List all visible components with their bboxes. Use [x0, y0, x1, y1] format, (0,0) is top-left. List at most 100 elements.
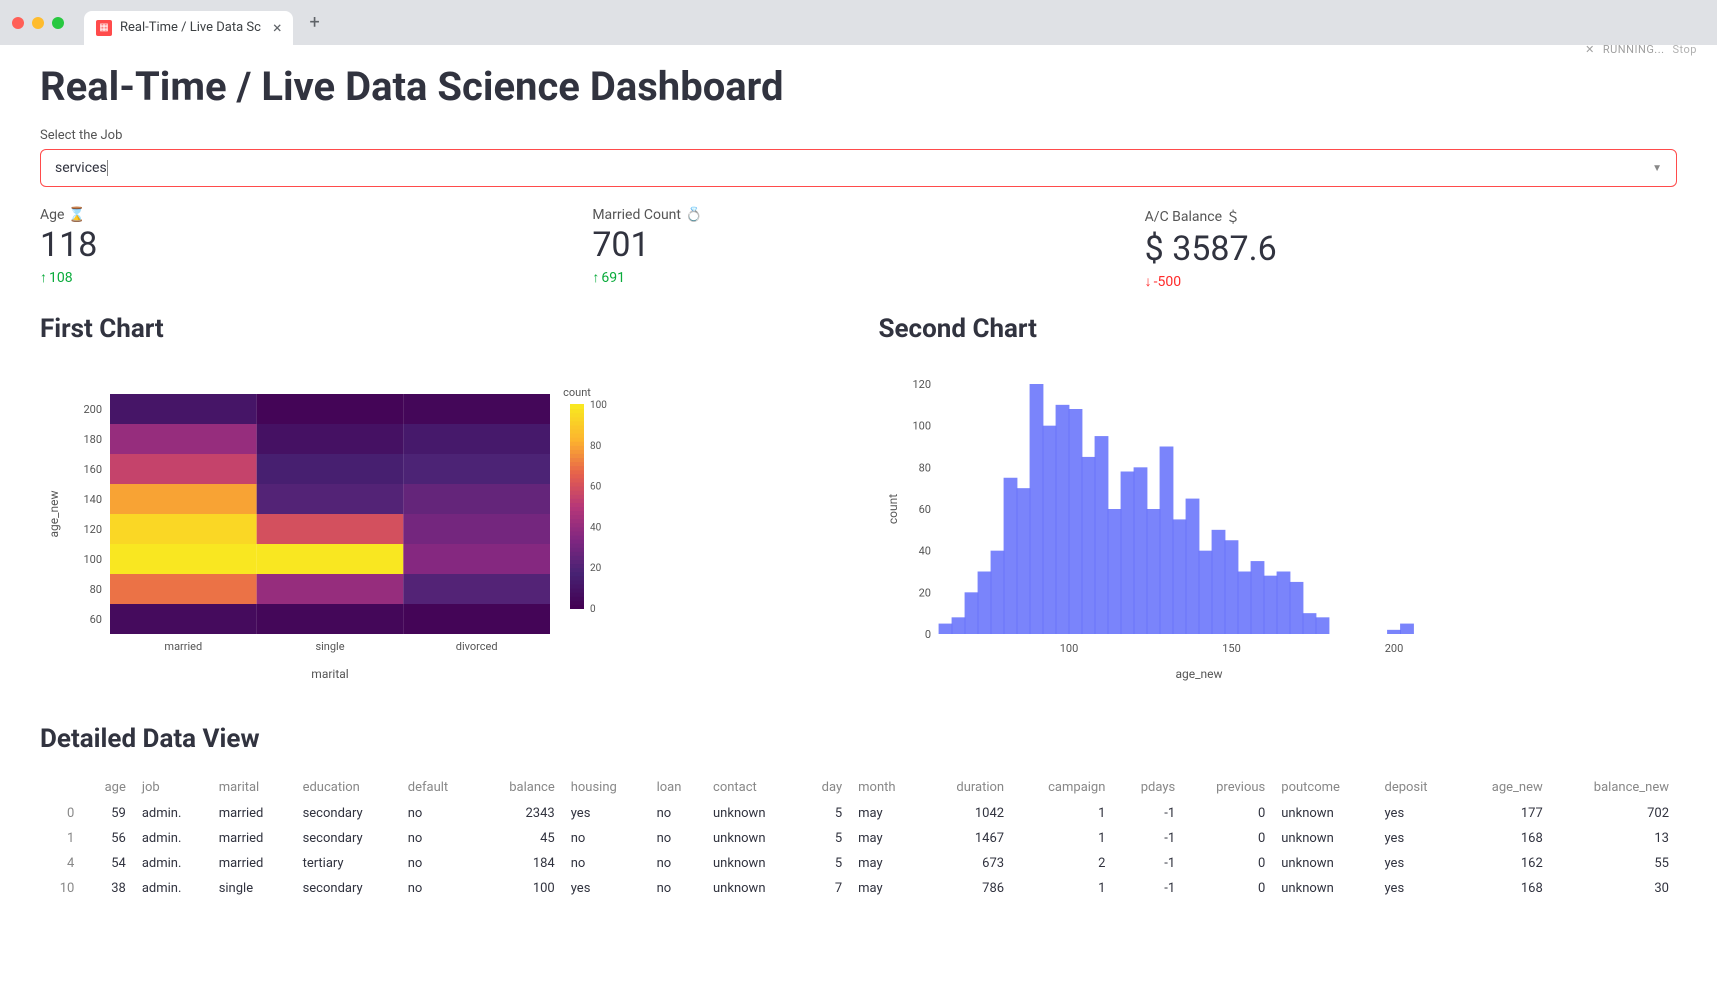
- svg-text:0: 0: [924, 628, 930, 641]
- arrow-up-icon: ↑: [592, 269, 599, 286]
- metric-married-label: Married Count: [592, 207, 681, 223]
- table-header[interactable]: default: [400, 774, 478, 801]
- running-status: RUNNING...: [1603, 43, 1665, 56]
- svg-text:count: count: [563, 386, 591, 399]
- svg-text:0: 0: [590, 604, 596, 615]
- metrics-row: Age ⌛ 118 ↑ 108 Married Count 💍 701 ↑ 69…: [40, 207, 1677, 290]
- table-header[interactable]: day: [800, 774, 850, 801]
- svg-text:100: 100: [912, 420, 931, 433]
- svg-text:60: 60: [90, 613, 102, 626]
- new-tab-button[interactable]: +: [309, 12, 319, 33]
- svg-text:150: 150: [1222, 642, 1241, 655]
- metric-age-value: 118: [40, 225, 572, 265]
- table-header[interactable]: campaign: [1012, 774, 1113, 801]
- first-chart-title: First Chart: [40, 314, 839, 344]
- chevron-down-icon: ▼: [1652, 163, 1662, 174]
- svg-text:60: 60: [590, 482, 602, 493]
- select-value: services: [55, 160, 108, 176]
- svg-text:80: 80: [918, 461, 930, 474]
- ring-icon: 💍: [685, 207, 702, 223]
- svg-text:marital: marital: [311, 667, 348, 681]
- table-row[interactable]: 454admin.marriedtertiaryno184nonounknown…: [40, 851, 1677, 876]
- table-header[interactable]: age_new: [1458, 774, 1551, 801]
- tab-favicon-icon: ▦: [96, 20, 112, 36]
- stop-button[interactable]: Stop: [1673, 43, 1697, 56]
- tab-close-icon[interactable]: ×: [273, 18, 282, 37]
- metric-balance-label: A/C Balance: [1145, 209, 1222, 225]
- arrow-up-icon: ↑: [40, 269, 47, 286]
- svg-text:80: 80: [590, 441, 602, 452]
- charts-row: First Chart 6080100120140160180200marrie…: [40, 314, 1677, 684]
- svg-text:age_new: age_new: [1175, 667, 1222, 681]
- table-header[interactable]: education: [295, 774, 400, 801]
- svg-text:20: 20: [590, 563, 602, 574]
- arrow-down-icon: ↓: [1145, 273, 1152, 290]
- svg-text:60: 60: [918, 503, 930, 516]
- svg-text:160: 160: [83, 463, 102, 476]
- table-header[interactable]: duration: [924, 774, 1012, 801]
- svg-text:120: 120: [912, 378, 931, 391]
- dollar-icon: ＄: [1226, 207, 1240, 227]
- window-maximize-icon[interactable]: [52, 17, 64, 29]
- table-row[interactable]: 1038admin.singlesecondaryno100yesnounkno…: [40, 876, 1677, 901]
- data-table[interactable]: agejobmaritaleducationdefaultbalancehous…: [40, 774, 1677, 901]
- first-chart: First Chart 6080100120140160180200marrie…: [40, 314, 839, 684]
- table-header[interactable]: poutcome: [1273, 774, 1376, 801]
- metric-balance: A/C Balance ＄ $ 3587.6 ↓ -500: [1145, 207, 1677, 290]
- metric-age: Age ⌛ 118 ↑ 108: [40, 207, 572, 290]
- metric-married-value: 701: [592, 225, 1124, 265]
- svg-text:age_new: age_new: [47, 490, 61, 537]
- table-header[interactable]: loan: [649, 774, 705, 801]
- browser-chrome: ▦ Real-Time / Live Data Sc × +: [0, 0, 1717, 45]
- svg-text:count: count: [886, 494, 900, 524]
- svg-text:120: 120: [83, 523, 102, 536]
- traffic-lights: [12, 17, 64, 29]
- svg-text:single: single: [315, 640, 344, 653]
- svg-text:100: 100: [83, 553, 102, 566]
- metric-married: Married Count 💍 701 ↑ 691: [592, 207, 1124, 290]
- table-row[interactable]: 059admin.marriedsecondaryno2343yesnounkn…: [40, 801, 1677, 826]
- histogram-chart: 0 20 40 60 80 100 120 100 150 200 count age_new: [879, 364, 1479, 684]
- table-header[interactable]: balance_new: [1551, 774, 1677, 801]
- svg-text:200: 200: [83, 403, 102, 416]
- heatmap-chart: 6080100120140160180200marriedsingledivor…: [40, 364, 640, 684]
- svg-text:divorced: divorced: [456, 640, 498, 653]
- metric-balance-value: $ 3587.6: [1145, 229, 1677, 269]
- table-header[interactable]: previous: [1183, 774, 1273, 801]
- svg-text:140: 140: [83, 493, 102, 506]
- running-icon: ✕: [1585, 43, 1595, 56]
- svg-text:200: 200: [1384, 642, 1403, 655]
- svg-text:40: 40: [918, 545, 930, 558]
- metric-balance-delta: -500: [1154, 274, 1181, 290]
- table-header[interactable]: deposit: [1376, 774, 1458, 801]
- metric-married-delta: 691: [601, 270, 625, 286]
- browser-tab[interactable]: ▦ Real-Time / Live Data Sc ×: [84, 11, 293, 45]
- page-title: Real-Time / Live Data Science Dashboard: [40, 63, 1677, 110]
- metric-age-delta: 108: [49, 270, 73, 286]
- table-header[interactable]: contact: [705, 774, 800, 801]
- window-minimize-icon[interactable]: [32, 17, 44, 29]
- table-header[interactable]: job: [134, 774, 211, 801]
- select-label: Select the Job: [40, 128, 1677, 143]
- job-select[interactable]: services ▼: [40, 149, 1677, 187]
- svg-text:180: 180: [83, 433, 102, 446]
- second-chart: Second Chart 020406080100120100150200cou…: [879, 314, 1678, 684]
- table-header[interactable]: housing: [563, 774, 649, 801]
- svg-text:100: 100: [1059, 642, 1078, 655]
- table-header[interactable]: month: [850, 774, 924, 801]
- table-header[interactable]: age: [82, 774, 134, 801]
- status-bar: ✕ RUNNING... Stop: [0, 45, 1717, 51]
- metric-age-label: Age: [40, 207, 64, 223]
- table-header[interactable]: [40, 774, 82, 801]
- table-header[interactable]: balance: [478, 774, 563, 801]
- svg-text:20: 20: [918, 586, 930, 599]
- main-content: Real-Time / Live Data Science Dashboard …: [0, 51, 1717, 941]
- window-close-icon[interactable]: [12, 17, 24, 29]
- table-row[interactable]: 156admin.marriedsecondaryno45nonounknown…: [40, 826, 1677, 851]
- svg-text:80: 80: [90, 583, 102, 596]
- svg-text:40: 40: [590, 522, 602, 533]
- svg-text:100: 100: [590, 400, 607, 411]
- table-header[interactable]: pdays: [1113, 774, 1183, 801]
- table-header[interactable]: marital: [211, 774, 295, 801]
- hourglass-icon: ⌛: [68, 207, 85, 223]
